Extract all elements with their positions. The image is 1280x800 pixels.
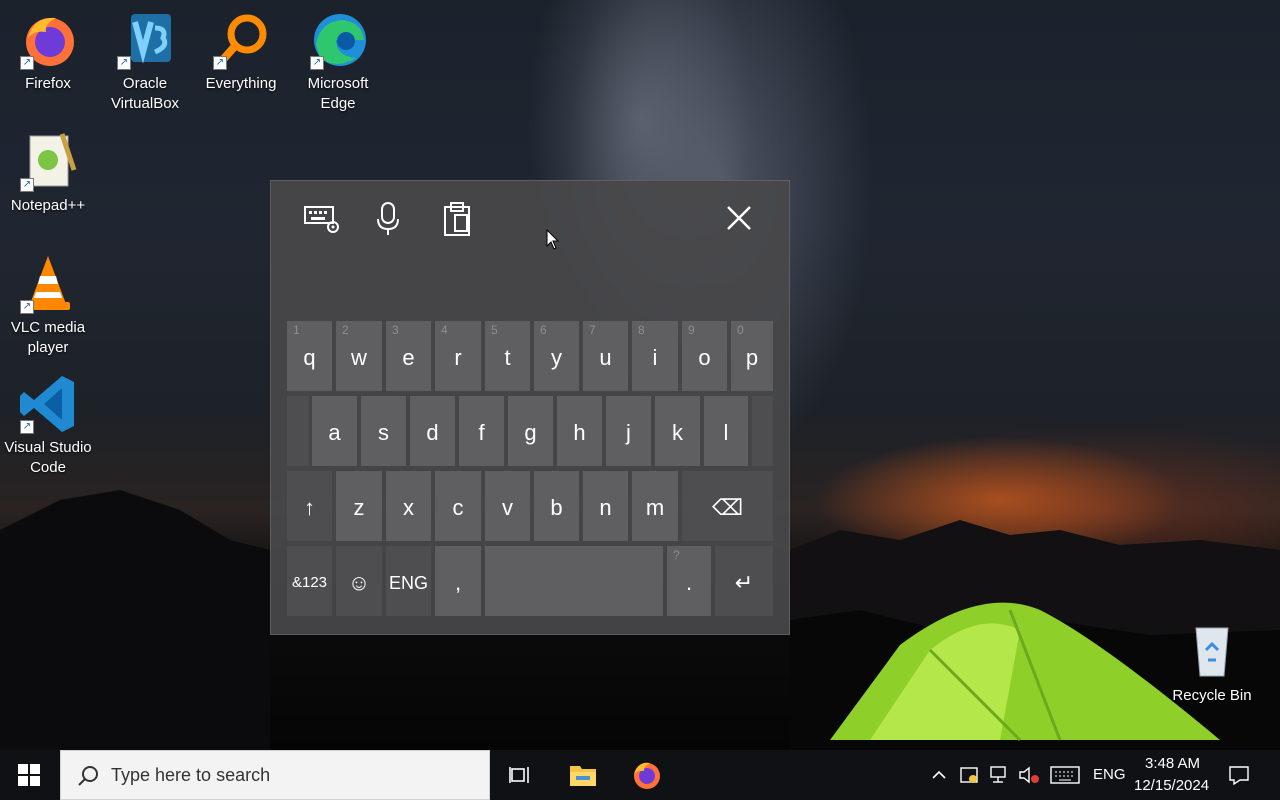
windows-start-icon[interactable] xyxy=(18,764,40,786)
symbols-key[interactable]: &123 xyxy=(287,546,332,616)
language-indicator[interactable]: ENG xyxy=(1093,766,1126,783)
key-h[interactable]: h xyxy=(557,396,602,466)
key-k[interactable]: k xyxy=(655,396,700,466)
close-icon[interactable] xyxy=(719,199,759,239)
emoji-icon: ☺ xyxy=(347,570,371,595)
key-x[interactable]: x xyxy=(386,471,431,541)
key-v[interactable]: v xyxy=(485,471,530,541)
notepadpp-icon: ↗ xyxy=(16,130,80,194)
firefox-taskbar-icon[interactable] xyxy=(630,759,662,791)
key-d[interactable]: d xyxy=(410,396,455,466)
desktop-icon-label: Firefox xyxy=(25,75,71,92)
desktop-icon-everything[interactable]: ↗ Everything xyxy=(193,8,289,94)
taskbar: Type here to search ENG 3:48 AM 12/15/20… xyxy=(0,750,1280,800)
volume-muted-icon[interactable] xyxy=(1018,764,1042,786)
shift-key[interactable]: ↑ xyxy=(287,471,332,541)
period-key[interactable]: ?. xyxy=(667,546,711,616)
key-p[interactable]: 0p xyxy=(731,321,773,391)
key-u[interactable]: 7u xyxy=(583,321,628,391)
key-q[interactable]: 1q xyxy=(287,321,332,391)
desktop-icon-edge[interactable]: ↗ Microsoft Edge xyxy=(290,8,386,114)
language-key[interactable]: ENG xyxy=(386,546,431,616)
desktop-icon-vscode[interactable]: ↗ Visual Studio Code xyxy=(0,372,96,478)
touch-keyboard-icon[interactable] xyxy=(1050,765,1080,785)
search-placeholder: Type here to search xyxy=(111,765,271,785)
key-j[interactable]: j xyxy=(606,396,651,466)
taskbar-search-box[interactable]: Type here to search xyxy=(60,750,490,800)
desktop-icon-label: Microsoft Edge xyxy=(307,75,369,112)
desktop-icon-label: VLC media player xyxy=(10,319,86,356)
vlc-icon: ↗ xyxy=(16,252,80,316)
desktop-icon-recycle-bin[interactable]: Recycle Bin xyxy=(1164,620,1260,706)
desktop-icon-label: Recycle Bin xyxy=(1172,687,1252,704)
key-l[interactable]: l xyxy=(704,396,748,466)
search-icon xyxy=(77,765,99,787)
desktop-icon-label: Everything xyxy=(205,75,277,92)
desktop-icon-label: Notepad++ xyxy=(10,197,86,214)
key-t[interactable]: 5t xyxy=(485,321,530,391)
desktop-icon-vlc[interactable]: ↗ VLC media player xyxy=(0,252,96,358)
desktop-icon-virtualbox[interactable]: ↗ Oracle VirtualBox xyxy=(97,8,193,114)
desktop-icon-label: Visual Studio Code xyxy=(4,439,92,476)
notifications-icon[interactable] xyxy=(1228,764,1250,786)
key-b[interactable]: b xyxy=(534,471,579,541)
key-n[interactable]: n xyxy=(583,471,628,541)
key-c[interactable]: c xyxy=(435,471,481,541)
clock-time[interactable]: 3:48 AM xyxy=(1145,755,1200,772)
firefox-icon: ↗ xyxy=(16,8,80,72)
clipboard-icon[interactable] xyxy=(437,199,477,239)
key-i[interactable]: 8i xyxy=(632,321,678,391)
emoji-key[interactable]: ☺ xyxy=(336,546,382,616)
enter-key[interactable]: ↵ xyxy=(715,546,773,616)
task-view-icon[interactable] xyxy=(508,763,532,787)
backspace-key[interactable]: ⌫ xyxy=(682,471,773,541)
mouse-cursor xyxy=(546,229,560,250)
edge-icon: ↗ xyxy=(306,8,370,72)
key-e[interactable]: 3e xyxy=(386,321,431,391)
security-tray-icon[interactable] xyxy=(958,764,980,786)
microphone-icon[interactable] xyxy=(368,199,408,239)
space-key[interactable] xyxy=(485,546,663,616)
key-a[interactable]: a xyxy=(312,396,357,466)
clock-date[interactable]: 12/15/2024 xyxy=(1134,777,1209,794)
key-z[interactable]: z xyxy=(336,471,382,541)
everything-icon: ↗ xyxy=(209,8,273,72)
key-f[interactable]: f xyxy=(459,396,504,466)
key-r[interactable]: 4r xyxy=(435,321,481,391)
virtualbox-icon: ↗ xyxy=(113,8,177,72)
show-hidden-icons-chevron-icon[interactable] xyxy=(930,766,948,784)
key-o[interactable]: 9o xyxy=(682,321,727,391)
file-explorer-icon[interactable] xyxy=(568,760,598,790)
vscode-icon: ↗ xyxy=(16,372,80,436)
touch-keyboard: 1q 2w 3e 4r 5t 6y 7u 8i 9o 0p a s d f g … xyxy=(270,180,790,635)
key-s[interactable]: s xyxy=(361,396,406,466)
key-spacer-right xyxy=(752,396,773,466)
desktop-icon-notepadpp[interactable]: ↗ Notepad++ xyxy=(0,130,96,216)
key-spacer-left xyxy=(287,396,309,466)
comma-key[interactable]: , xyxy=(435,546,481,616)
key-m[interactable]: m xyxy=(632,471,678,541)
keyboard-settings-icon[interactable] xyxy=(301,199,341,239)
key-w[interactable]: 2w xyxy=(336,321,382,391)
desktop-icon-firefox[interactable]: ↗ Firefox xyxy=(0,8,96,94)
recycle-bin-icon xyxy=(1180,620,1244,684)
key-y[interactable]: 6y xyxy=(534,321,579,391)
network-icon[interactable] xyxy=(988,764,1010,786)
key-g[interactable]: g xyxy=(508,396,553,466)
desktop-icon-label: Oracle VirtualBox xyxy=(110,75,180,112)
keyboard-toolbar xyxy=(271,181,791,251)
